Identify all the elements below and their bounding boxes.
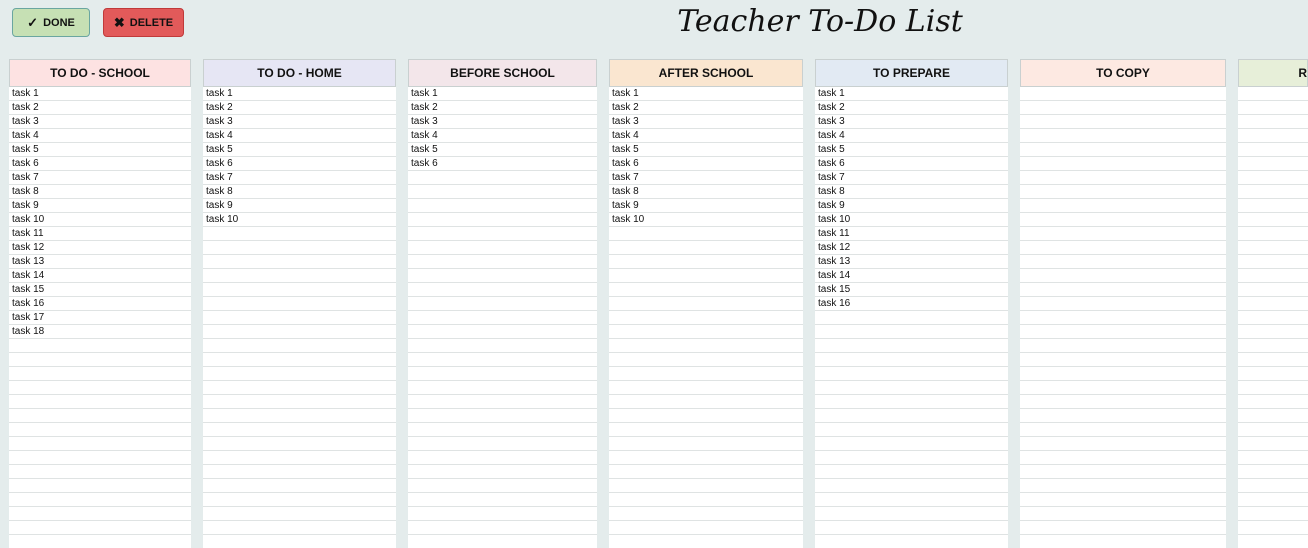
task-list[interactable] (1020, 87, 1226, 548)
task-item[interactable]: task 6 (408, 157, 597, 171)
column-header-partial: R (1238, 59, 1308, 87)
task-item[interactable]: task 11 (815, 227, 1008, 241)
task-item[interactable]: task 14 (815, 269, 1008, 283)
task-item[interactable]: task 8 (203, 185, 396, 199)
column-to-prepare: TO PREPARE task 1 task 2 task 3 task 4 task … (815, 59, 1008, 548)
task-item[interactable]: task 16 (9, 297, 191, 311)
task-item[interactable]: task 1 (609, 87, 803, 101)
column-todo-home: TO DO - HOME task 1 task 2 task 3 task 4 tas… (203, 59, 396, 548)
delete-label: DELETE (129, 16, 174, 29)
task-item[interactable]: task 13 (815, 255, 1008, 269)
task-item[interactable]: task 1 (9, 87, 191, 101)
task-item[interactable]: task 10 (203, 213, 396, 227)
task-item[interactable]: task 16 (815, 297, 1008, 311)
column-before-school: BEFORE SCHOOL task 1 task 2 task 3 task 4 ta… (408, 59, 597, 548)
task-list[interactable]: task 1 task 2 task 3 task 4 task 5 task 6 task… (203, 87, 396, 548)
task-list[interactable] (1238, 87, 1308, 548)
column-header-to-prepare: TO PREPARE (815, 59, 1008, 87)
done-button[interactable]: ✓ DONE (12, 8, 90, 37)
task-item[interactable]: task 15 (815, 283, 1008, 297)
column-partial: R (1238, 59, 1308, 548)
task-item[interactable]: task 10 (9, 213, 191, 227)
task-item[interactable]: task 5 (815, 143, 1008, 157)
task-item[interactable]: task 1 (815, 87, 1008, 101)
task-item[interactable]: task 12 (9, 241, 191, 255)
column-header-todo-school: TO DO - SCHOOL (9, 59, 191, 87)
task-item[interactable]: task 2 (609, 101, 803, 115)
done-label: DONE (43, 16, 75, 29)
task-item[interactable]: task 15 (9, 283, 191, 297)
task-item[interactable]: task 3 (815, 115, 1008, 129)
task-item[interactable]: task 1 (203, 87, 396, 101)
task-item[interactable]: task 3 (9, 115, 191, 129)
column-header-after-school: AFTER SCHOOL (609, 59, 803, 87)
task-item[interactable]: task 13 (9, 255, 191, 269)
page-title: Teacher To-Do List (677, 4, 963, 39)
task-item[interactable]: task 6 (9, 157, 191, 171)
task-item[interactable]: task 10 (609, 213, 803, 227)
task-item[interactable]: task 9 (815, 199, 1008, 213)
column-header-before-school: BEFORE SCHOOL (408, 59, 597, 87)
task-item[interactable]: task 17 (9, 311, 191, 325)
task-item[interactable]: task 6 (609, 157, 803, 171)
task-item[interactable]: task 7 (609, 171, 803, 185)
task-item[interactable]: task 18 (9, 325, 191, 339)
task-item[interactable]: task 8 (9, 185, 191, 199)
task-item[interactable]: task 1 (408, 87, 597, 101)
task-item[interactable]: task 3 (408, 115, 597, 129)
task-item[interactable]: task 8 (815, 185, 1008, 199)
task-list[interactable]: task 1 task 2 task 3 task 4 task 5 task 6 task… (9, 87, 191, 548)
task-item[interactable]: task 12 (815, 241, 1008, 255)
task-item[interactable]: task 4 (9, 129, 191, 143)
task-item[interactable]: task 10 (815, 213, 1008, 227)
column-header-todo-home: TO DO - HOME (203, 59, 396, 87)
task-item[interactable]: task 5 (609, 143, 803, 157)
task-item[interactable]: task 5 (9, 143, 191, 157)
task-item[interactable]: task 5 (408, 143, 597, 157)
task-item[interactable]: task 2 (408, 101, 597, 115)
column-todo-school: TO DO - SCHOOL task 1 task 2 task 3 task 4t… (9, 59, 191, 548)
task-item[interactable]: task 14 (9, 269, 191, 283)
task-item[interactable]: task 11 (9, 227, 191, 241)
task-item[interactable]: task 4 (203, 129, 396, 143)
checkmark-icon: ✓ (27, 14, 39, 30)
column-to-copy: TO COPY (1020, 59, 1226, 548)
x-icon: ✖ (113, 14, 125, 30)
column-after-school: AFTER SCHOOL task 1 task 2 task 3 task 4 tas… (609, 59, 803, 548)
task-item[interactable]: task 7 (203, 171, 396, 185)
task-item[interactable]: task 5 (203, 143, 396, 157)
task-item[interactable]: task 4 (408, 129, 597, 143)
task-item[interactable]: task 9 (203, 199, 396, 213)
task-item[interactable]: task 8 (609, 185, 803, 199)
task-item[interactable]: task 4 (815, 129, 1008, 143)
task-item[interactable]: task 6 (815, 157, 1008, 171)
task-item[interactable]: task 9 (609, 199, 803, 213)
task-list[interactable]: task 1 task 2 task 3 task 4 task 5 task 6 task… (815, 87, 1008, 548)
task-item[interactable]: task 7 (815, 171, 1008, 185)
task-item[interactable]: task 7 (9, 171, 191, 185)
task-list[interactable]: task 1 task 2 task 3 task 4 task 5 task 6 (408, 87, 597, 548)
task-item[interactable]: task 3 (203, 115, 396, 129)
column-header-to-copy: TO COPY (1020, 59, 1226, 87)
task-item[interactable]: task 9 (9, 199, 191, 213)
task-item[interactable]: task 4 (609, 129, 803, 143)
task-item[interactable]: task 6 (203, 157, 396, 171)
task-item[interactable]: task 2 (203, 101, 396, 115)
task-list[interactable]: task 1 task 2 task 3 task 4 task 5 task 6 task… (609, 87, 803, 548)
task-item[interactable]: task 2 (815, 101, 1008, 115)
delete-button[interactable]: ✖ DELETE (103, 8, 184, 37)
task-item[interactable]: task 3 (609, 115, 803, 129)
task-item[interactable]: task 2 (9, 101, 191, 115)
